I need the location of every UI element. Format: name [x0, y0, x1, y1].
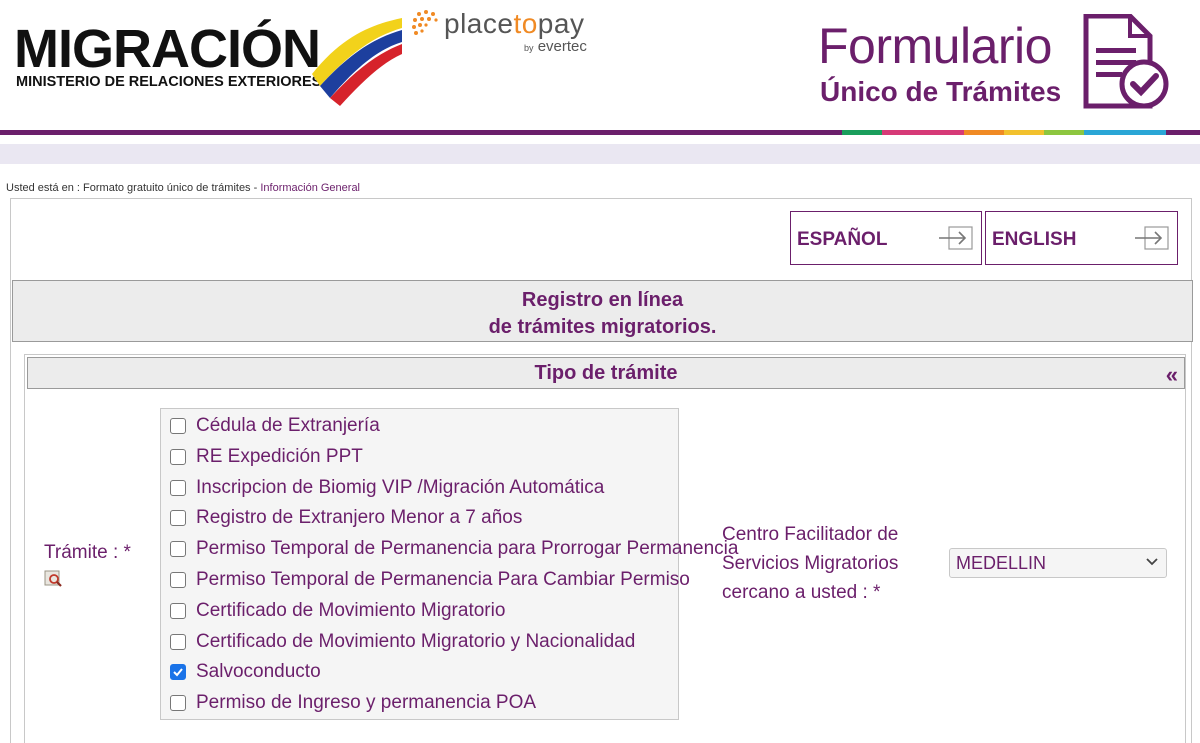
checkbox[interactable]	[170, 602, 186, 619]
formulario-logo[interactable]: Formulario Único de Trámites	[818, 14, 1178, 114]
centro-select-value: MEDELLIN	[956, 553, 1047, 573]
tramite-checkbox-list: Cédula de Extranjería RE Expedición PPT In…	[160, 408, 738, 720]
page-title-box: Registro en línea de trámites migratorio…	[12, 280, 1193, 342]
checkbox[interactable]	[170, 479, 186, 496]
section-heading: Tipo de trámite	[534, 362, 678, 384]
tramite-option-label: Inscripcion de Biomig VIP /Migración Aut…	[196, 476, 605, 498]
color-strip-4	[1004, 130, 1044, 135]
centro-select[interactable]: MEDELLIN	[949, 548, 1167, 578]
tramite-option-label: Permiso Temporal de Permanencia Para Cam…	[196, 569, 690, 590]
tramite-option-label: Certificado de Movimiento Migratorio	[196, 599, 506, 621]
breadcrumb-prefix: Usted está en : Formato gratuito único d…	[6, 182, 261, 194]
page-title-line2: de trámites migratorios.	[488, 316, 717, 338]
collapse-toggle[interactable]: «	[1166, 362, 1178, 388]
tramite-option-label: Salvoconducto	[196, 661, 321, 683]
color-strip-5	[1044, 130, 1084, 135]
color-strip-3	[964, 130, 1004, 135]
checkbox[interactable]	[170, 695, 186, 712]
tramite-option-label: Registro de Extranjero Menor a 7 años	[196, 507, 523, 529]
centro-label: Centro Facilitador de Servicios Migrator…	[722, 524, 899, 603]
migracion-logo-subtitle: MINISTERIO DE RELACIONES EXTERIORES	[16, 74, 322, 90]
search-icon[interactable]	[44, 570, 64, 588]
english-button[interactable]: ENGLISH	[985, 211, 1178, 265]
nav-bar	[0, 144, 1200, 164]
enter-arrow-icon	[1135, 226, 1169, 250]
placetopay-logo[interactable]: placetopay by evertec	[410, 6, 610, 56]
breadcrumb-current[interactable]: Información General	[260, 182, 360, 194]
tramite-option-label: RE Expedición PPT	[196, 445, 363, 467]
tramite-option-label: Permiso de Ingreso y permanencia POA	[196, 692, 537, 714]
color-strip-2	[882, 130, 964, 135]
colombia-flag-swoosh-icon	[312, 18, 402, 106]
tramite-option-label: Permiso Temporal de Permanencia para Pro…	[196, 538, 739, 560]
spanish-button[interactable]: ESPAÑOL	[790, 211, 982, 265]
placetopay-by: by	[524, 43, 534, 53]
page-title-line1: Registro en línea	[521, 289, 684, 311]
placetopay-brand-c: pay	[537, 8, 585, 39]
placetopay-brand: placetopay	[444, 8, 584, 40]
color-strip-1	[842, 130, 882, 135]
check-icon	[173, 668, 183, 677]
placetopay-evertec: evertec	[537, 38, 587, 55]
english-button-label: ENGLISH	[992, 229, 1077, 250]
placetopay-brand-b: to	[513, 8, 538, 39]
color-strip-6	[1084, 130, 1166, 135]
placetopay-by-evertec: by evertec	[524, 38, 587, 55]
document-check-icon	[1083, 14, 1169, 109]
spanish-button-label: ESPAÑOL	[797, 229, 888, 250]
chevron-down-icon	[1146, 558, 1158, 566]
migracion-logo[interactable]: MIGRACIÓN MINISTERIO DE RELACIONES EXTER…	[14, 14, 402, 106]
formulario-logo-line2: Único de Trámites	[820, 76, 1062, 107]
breadcrumb: Usted está en : Formato gratuito único d…	[6, 182, 360, 194]
section-header: Tipo de trámite «	[27, 357, 1185, 389]
checkbox[interactable]	[170, 510, 186, 527]
checkbox[interactable]	[170, 448, 186, 465]
formulario-logo-line1: Formulario	[818, 18, 1052, 74]
site-header: MIGRACIÓN MINISTERIO DE RELACIONES EXTER…	[0, 0, 1200, 130]
tramite-label: Trámite : *	[44, 542, 131, 563]
placetopay-dots-icon	[412, 10, 438, 35]
checkbox[interactable]	[170, 572, 186, 588]
migracion-logo-title: MIGRACIÓN	[14, 19, 321, 79]
enter-arrow-icon	[939, 226, 973, 250]
tramite-option-label: Cédula de Extranjería	[196, 415, 380, 436]
placetopay-brand-a: place	[444, 8, 514, 39]
checkbox-checked[interactable]	[170, 664, 186, 681]
checkbox[interactable]	[170, 418, 186, 434]
checkbox[interactable]	[170, 541, 186, 558]
checkbox[interactable]	[170, 633, 186, 650]
tramite-option-label: Certificado de Movimiento Migratorio y N…	[196, 630, 636, 652]
